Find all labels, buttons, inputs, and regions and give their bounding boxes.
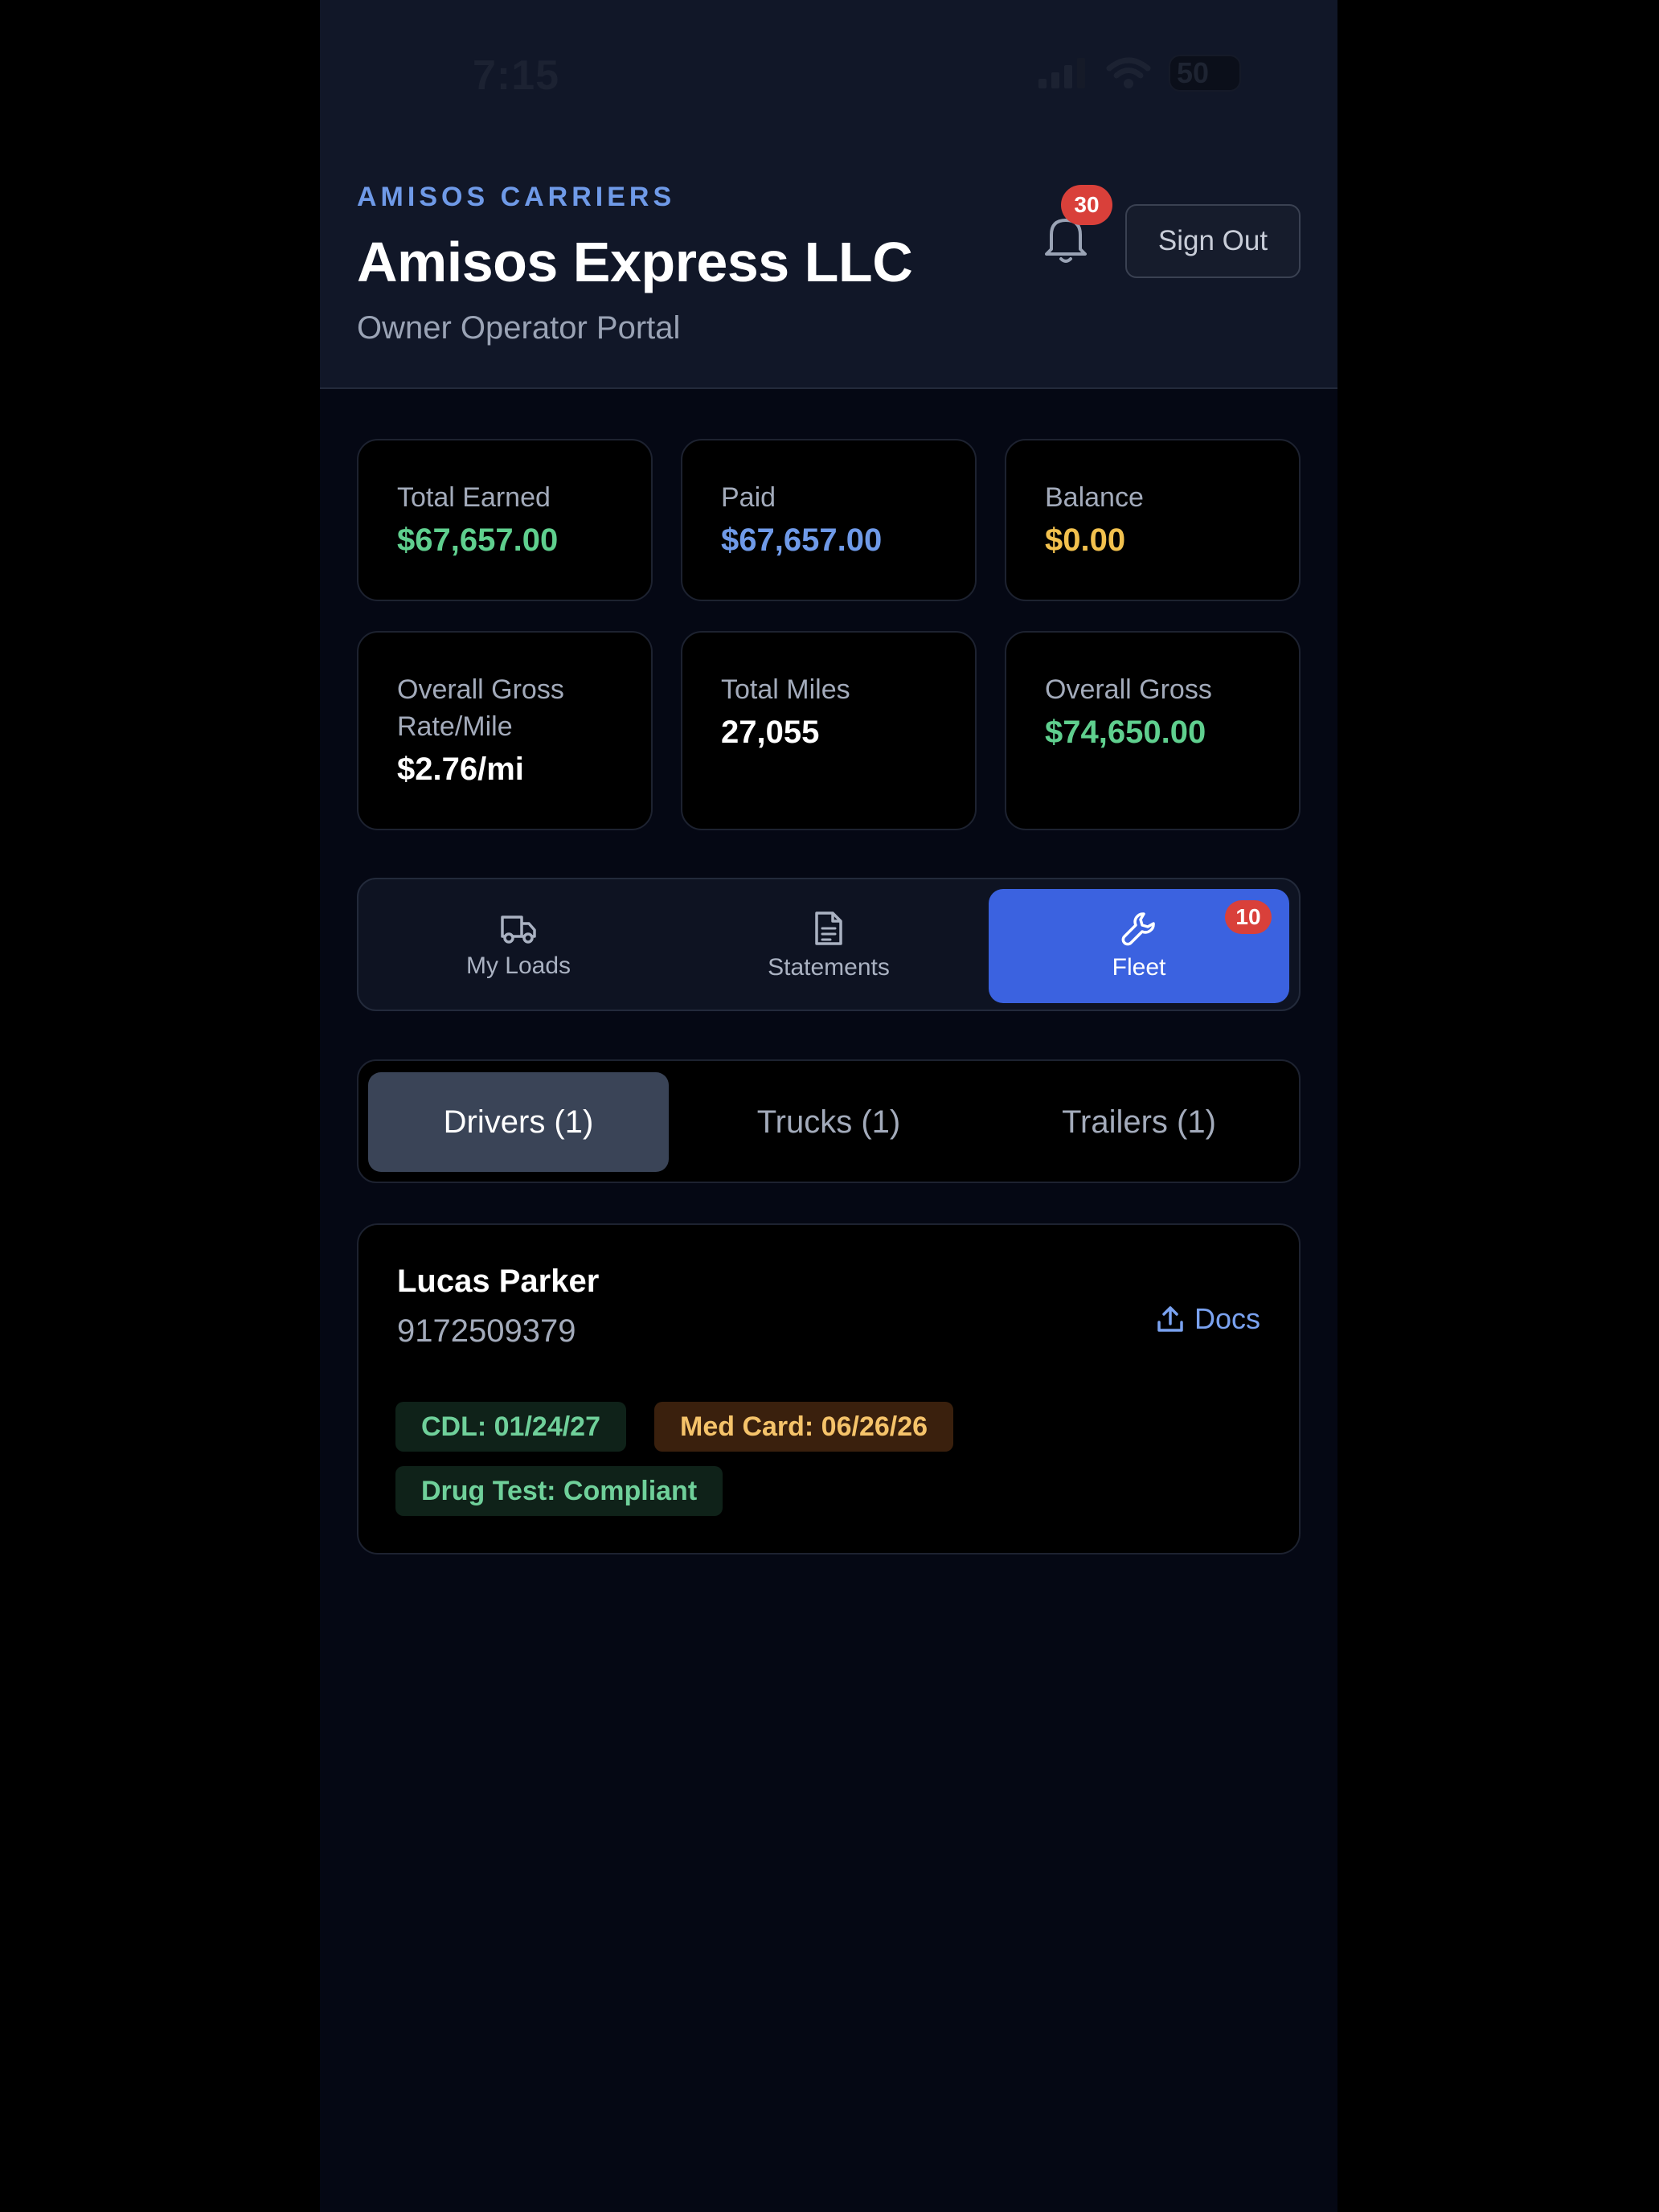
upload-icon — [1157, 1306, 1183, 1332]
nav-tab-my-loads[interactable]: My Loads — [368, 889, 669, 1003]
fleet-subtabs: Drivers (1) Trucks (1) Trailers (1) — [357, 1059, 1301, 1183]
status-time: 7:15 — [473, 52, 560, 99]
stat-value: $74,650.00 — [1045, 715, 1206, 750]
page-subtitle: Owner Operator Portal — [357, 310, 681, 346]
docs-label: Docs — [1194, 1302, 1260, 1335]
stat-value: $67,657.00 — [721, 522, 883, 558]
nav-tab-fleet[interactable]: Fleet 10 — [989, 889, 1289, 1003]
wifi-icon — [1106, 57, 1151, 88]
subtab-trucks[interactable]: Trucks (1) — [678, 1072, 979, 1172]
stat-value: $67,657.00 — [397, 522, 559, 558]
truck-icon — [501, 916, 536, 944]
stat-label: Overall Gross Rate/Mile — [397, 674, 564, 742]
stat-card-gross-rate-per-mile: Overall Gross Rate/Mile $2.76/mi — [357, 631, 653, 830]
drug-test-badge: Drug Test: Compliant — [395, 1466, 723, 1516]
stat-label: Total Miles — [721, 674, 850, 705]
stat-card-balance: Balance $0.00 — [1005, 439, 1301, 601]
sign-out-button[interactable]: Sign Out — [1125, 204, 1301, 278]
driver-phone: 9172509379 — [397, 1313, 576, 1349]
fleet-badge: 10 — [1225, 900, 1272, 934]
nav-tab-label: Fleet — [1112, 954, 1166, 981]
stat-card-overall-gross: Overall Gross $74,650.00 — [1005, 631, 1301, 830]
docs-upload-button[interactable]: Docs — [1156, 1302, 1260, 1336]
subtab-trailers[interactable]: Trailers (1) — [989, 1072, 1289, 1172]
stat-label: Paid — [721, 482, 776, 513]
stat-card-paid: Paid $67,657.00 — [681, 439, 977, 601]
stat-card-total-miles: Total Miles 27,055 — [681, 631, 977, 830]
nav-tab-label: Statements — [768, 954, 890, 981]
status-icons: 50 — [1038, 55, 1241, 92]
subtab-drivers[interactable]: Drivers (1) — [368, 1072, 669, 1172]
page-title: Amisos Express LLC — [357, 231, 913, 293]
stat-value: $2.76/mi — [397, 752, 524, 787]
nav-tab-label: My Loads — [465, 952, 571, 979]
main-nav: My Loads Statements Fleet 10 — [357, 878, 1301, 1011]
nav-tab-statements[interactable]: Statements — [678, 889, 979, 1003]
header: 7:15 50 AMISOS CARRIERS Amisos Express L… — [320, 0, 1337, 389]
document-icon — [815, 911, 842, 945]
notification-badge: 30 — [1061, 185, 1112, 225]
wrench-icon — [1121, 912, 1155, 946]
driver-name: Lucas Parker — [397, 1264, 600, 1299]
cdl-badge: CDL: 01/24/27 — [395, 1402, 626, 1452]
stat-value: $0.00 — [1045, 522, 1126, 558]
stat-label: Overall Gross — [1045, 674, 1212, 705]
battery-icon: 50 — [1169, 55, 1241, 92]
stat-value: 27,055 — [721, 715, 820, 750]
stat-card-total-earned: Total Earned $67,657.00 — [357, 439, 653, 601]
brand-kicker: AMISOS CARRIERS — [357, 182, 676, 212]
signal-icon — [1038, 58, 1085, 88]
med-card-badge: Med Card: 06/26/26 — [654, 1402, 954, 1452]
stat-label: Balance — [1045, 482, 1144, 513]
app-screen: 7:15 50 AMISOS CARRIERS Amisos Express L… — [320, 0, 1337, 2212]
stat-label: Total Earned — [397, 482, 551, 513]
driver-card: Lucas Parker 9172509379 Docs CDL: 01/24/… — [357, 1223, 1301, 1555]
